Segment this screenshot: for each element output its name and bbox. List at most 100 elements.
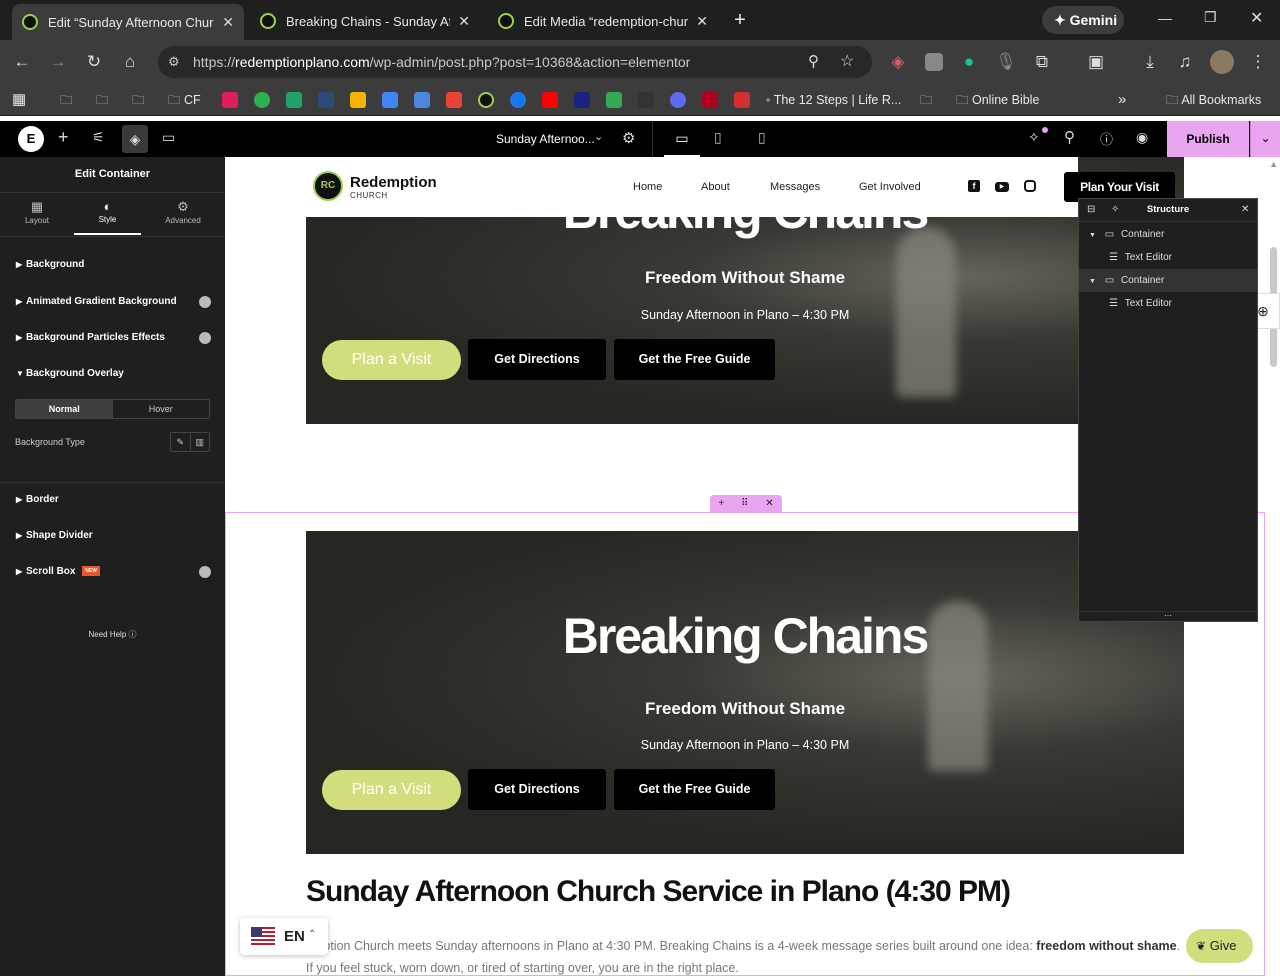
classic-brush-icon[interactable]: ✎	[171, 433, 191, 451]
plan-visit-button[interactable]: Plan a Visit	[322, 770, 461, 810]
close-tab-icon[interactable]: ✕	[458, 13, 470, 30]
zoom-search-icon[interactable]: ⚲	[808, 46, 819, 78]
arrow-icon[interactable]	[734, 92, 750, 108]
search-icon[interactable]: ⚲	[1064, 128, 1075, 146]
free-guide-button[interactable]: Get the Free Guide	[614, 769, 775, 810]
menu-kebab-icon[interactable]: ⋮	[1246, 50, 1270, 74]
tab-advanced[interactable]: ⚙ Advanced	[141, 195, 225, 235]
publish-button[interactable]: Publish	[1167, 121, 1249, 157]
c-icon[interactable]	[670, 92, 686, 108]
media-router-icon[interactable]: ▣	[1084, 50, 1108, 74]
facebook-icon[interactable]	[510, 92, 526, 108]
section-animated-gradient[interactable]: ▶ Animated Gradient Background	[0, 284, 225, 320]
hover-tab[interactable]: Hover	[113, 400, 210, 418]
page-title-dropdown[interactable]: Sunday Afternoo...	[496, 132, 595, 146]
pocket-icon[interactable]: ◈	[886, 50, 910, 74]
church-logo-icon[interactable]: RC	[313, 171, 343, 201]
docs-icon[interactable]	[382, 92, 398, 108]
site-info-icon[interactable]: ⚙	[168, 46, 180, 78]
page-settings-gear-icon[interactable]: ⚙	[622, 129, 635, 147]
gemini-button[interactable]: ✦ Gemini	[1042, 6, 1124, 34]
ui-icon[interactable]	[574, 92, 590, 108]
get-directions-button[interactable]: Get Directions	[468, 339, 606, 380]
hero-section-main[interactable]: Breaking Chains Freedom Without Shame Su…	[306, 531, 1184, 854]
section-shape-divider[interactable]: ▶ Shape Divider	[0, 518, 225, 554]
chevron-down-icon[interactable]: ⌄	[594, 130, 603, 143]
downloads-icon[interactable]: ⤓	[1138, 50, 1162, 74]
microphone-icon[interactable]: 🎙	[994, 50, 1018, 74]
close-icon[interactable]: ✕	[1241, 204, 1249, 215]
section-border[interactable]: ▶ Border	[0, 482, 225, 518]
gmail-icon[interactable]	[446, 92, 462, 108]
settings-sliders-icon[interactable]: ⚟	[92, 129, 105, 146]
arc-icon[interactable]	[702, 92, 718, 108]
apps-grid-icon[interactable]: ▦	[12, 90, 26, 110]
dw-icon[interactable]	[638, 92, 654, 108]
comments-icon[interactable]: ▭	[162, 129, 175, 146]
calendar-icon[interactable]	[414, 92, 430, 108]
reload-icon[interactable]: ↻	[82, 50, 106, 74]
address-bar[interactable]: ⚙ https://redemptionplano.com/wp-admin/p…	[158, 46, 872, 78]
preview-eye-icon[interactable]: ◉	[1136, 129, 1148, 146]
extension-r-icon[interactable]	[925, 53, 943, 71]
extensions-icon[interactable]: ⧉	[1030, 50, 1054, 74]
youtube-icon[interactable]	[542, 92, 558, 108]
tab-edit-media[interactable]: Edit Media “redemption-church ✕	[488, 6, 718, 36]
tab-style[interactable]: ◐ Style	[74, 195, 141, 235]
normal-tab[interactable]: Normal	[16, 400, 113, 418]
help-icon[interactable]: ⓘ	[1100, 129, 1113, 148]
resize-handle-icon[interactable]: ⋯	[1079, 611, 1257, 622]
all-bookmarks[interactable]: 🗀 All Bookmarks	[1166, 90, 1261, 110]
bookmark-folder-icon[interactable]: 🗀	[96, 90, 109, 110]
window-close-icon[interactable]: ✕	[1250, 8, 1263, 28]
slack-icon[interactable]	[222, 92, 238, 108]
get-directions-button[interactable]: Get Directions	[468, 769, 606, 810]
minimize-icon[interactable]: —	[1158, 10, 1172, 26]
more-bookmarks-chevron[interactable]: »	[1118, 90, 1126, 110]
close-tab-icon[interactable]: ✕	[696, 13, 708, 30]
structure-layers-icon[interactable]: ◈	[122, 125, 148, 153]
redemption-icon[interactable]	[478, 92, 494, 108]
sheets-like-icon[interactable]	[286, 92, 302, 108]
media-controls-icon[interactable]: ♫	[1173, 50, 1197, 74]
gloo-icon[interactable]	[254, 92, 270, 108]
home-icon[interactable]: ⌂	[118, 50, 142, 74]
gradient-icon[interactable]: ▥	[191, 433, 210, 451]
desktop-view-icon[interactable]: ▭	[664, 121, 700, 157]
delete-icon[interactable]: ✕	[765, 498, 773, 509]
list-icon[interactable]	[606, 92, 622, 108]
free-guide-button[interactable]: Get the Free Guide	[614, 339, 775, 380]
restore-icon[interactable]: ❐	[1204, 9, 1217, 26]
bookmark-online-bible[interactable]: 🗀 Online Bible	[956, 90, 1039, 110]
section-background-overlay[interactable]: ▼ Background Overlay	[0, 356, 225, 392]
structure-item-text-editor[interactable]: ☰ Text Editor	[1079, 292, 1257, 315]
youtube-icon[interactable]: ▶	[995, 182, 1009, 192]
add-icon[interactable]: +	[718, 498, 724, 509]
lightbulb-icon[interactable]	[350, 92, 366, 108]
section-particles[interactable]: ▶ Background Particles Effects	[0, 320, 225, 356]
facebook-icon[interactable]: f	[968, 180, 980, 192]
bookmark-folder-icon[interactable]: 🗀	[60, 90, 73, 110]
structure-item-container-selected[interactable]: ▼ ▭ Container	[1079, 269, 1257, 292]
back-icon[interactable]: ←	[10, 50, 34, 74]
nav-messages[interactable]: Messages	[770, 181, 820, 193]
structure-item-text-editor[interactable]: ☰ Text Editor	[1079, 246, 1257, 269]
tab-layout[interactable]: ▦ Layout	[0, 195, 74, 235]
tablet-view-icon[interactable]: ▯	[714, 129, 722, 146]
tab-breaking-chains[interactable]: Breaking Chains - Sunday After ✕	[250, 6, 480, 36]
profile-avatar[interactable]	[1210, 50, 1234, 74]
bookmark-folder-icon[interactable]: 🗀	[920, 90, 933, 110]
plan-visit-button[interactable]: Plan a Visit	[322, 340, 461, 380]
scroll-up-arrow-icon[interactable]: ▲	[1269, 159, 1278, 169]
elementor-logo-icon[interactable]: E	[18, 126, 44, 152]
section-scroll-box[interactable]: ▶ Scroll Box NEW	[0, 554, 225, 590]
bookmark-12-steps[interactable]: ▪ The 12 Steps | Life R...	[766, 90, 901, 110]
mobile-view-icon[interactable]: ▯	[758, 129, 766, 146]
publish-options-chevron-icon[interactable]: ⌄	[1250, 121, 1280, 157]
bookmark-star-icon[interactable]: ☆	[840, 46, 854, 78]
notifications-icon[interactable]: ✧	[1028, 129, 1040, 146]
give-button[interactable]: ❦ Give	[1186, 929, 1253, 963]
close-tab-icon[interactable]: ✕	[222, 14, 234, 31]
language-switcher[interactable]: EN ⌃	[240, 918, 328, 955]
nav-about[interactable]: About	[701, 181, 730, 193]
